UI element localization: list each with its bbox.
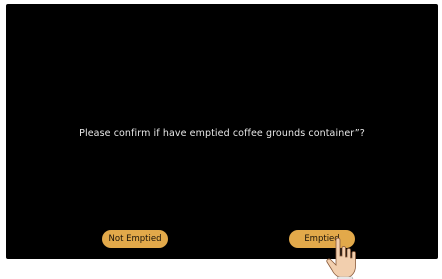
- confirm-message: Please confirm if have emptied coffee gr…: [79, 128, 365, 139]
- hand-shape: [326, 237, 356, 279]
- not-emptied-button[interactable]: Not Emptied: [102, 230, 168, 248]
- device-frame: Please confirm if have emptied coffee gr…: [0, 0, 442, 279]
- touch-screen: Please confirm if have emptied coffee gr…: [6, 4, 438, 259]
- hand-pointer-icon: [326, 237, 356, 279]
